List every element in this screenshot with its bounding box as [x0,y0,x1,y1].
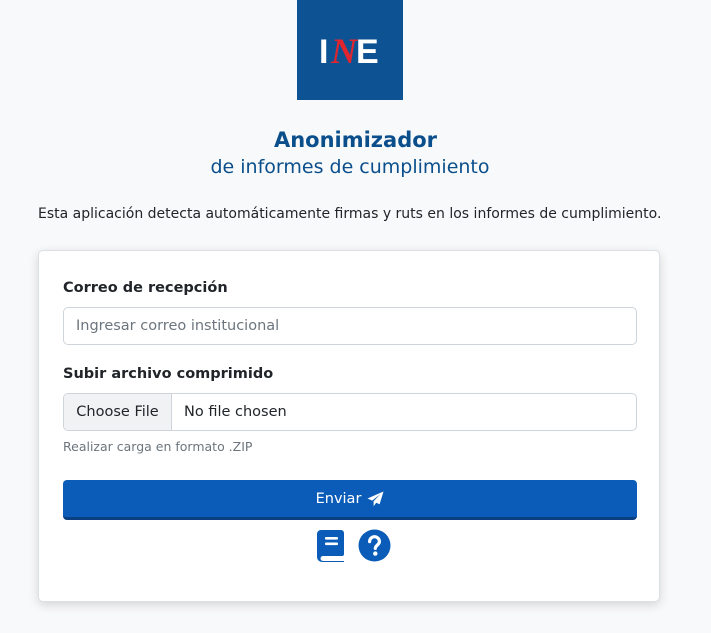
svg-text:I: I [319,33,328,70]
email-input[interactable] [63,307,637,345]
submit-button[interactable]: Enviar [63,480,637,520]
ine-logo: I N E [297,0,403,100]
app-description: Esta aplicación detecta automáticamente … [38,206,662,222]
svg-text:N: N [330,31,359,70]
file-help-text: Realizar carga en formato .ZIP [63,439,253,454]
file-input[interactable]: Choose File No file chosen [63,393,637,431]
file-status-text: No file chosen [184,404,287,420]
email-label: Correo de recepción [63,280,228,296]
ine-logo-mark: I N E [319,31,379,70]
submit-button-label: Enviar [315,490,362,507]
question-circle-icon[interactable] [358,529,391,562]
help-icons [317,529,391,562]
choose-file-button[interactable]: Choose File [64,394,172,430]
page-subtitle: de informes de cumplimiento [210,156,490,178]
book-icon[interactable] [317,529,345,562]
page-title: Anonimizador [273,128,438,152]
file-label: Subir archivo comprimido [63,366,274,382]
svg-text:E: E [356,33,379,70]
paper-plane-icon [367,491,384,506]
upload-form-card: Correo de recepción Subir archivo compri… [38,250,660,602]
